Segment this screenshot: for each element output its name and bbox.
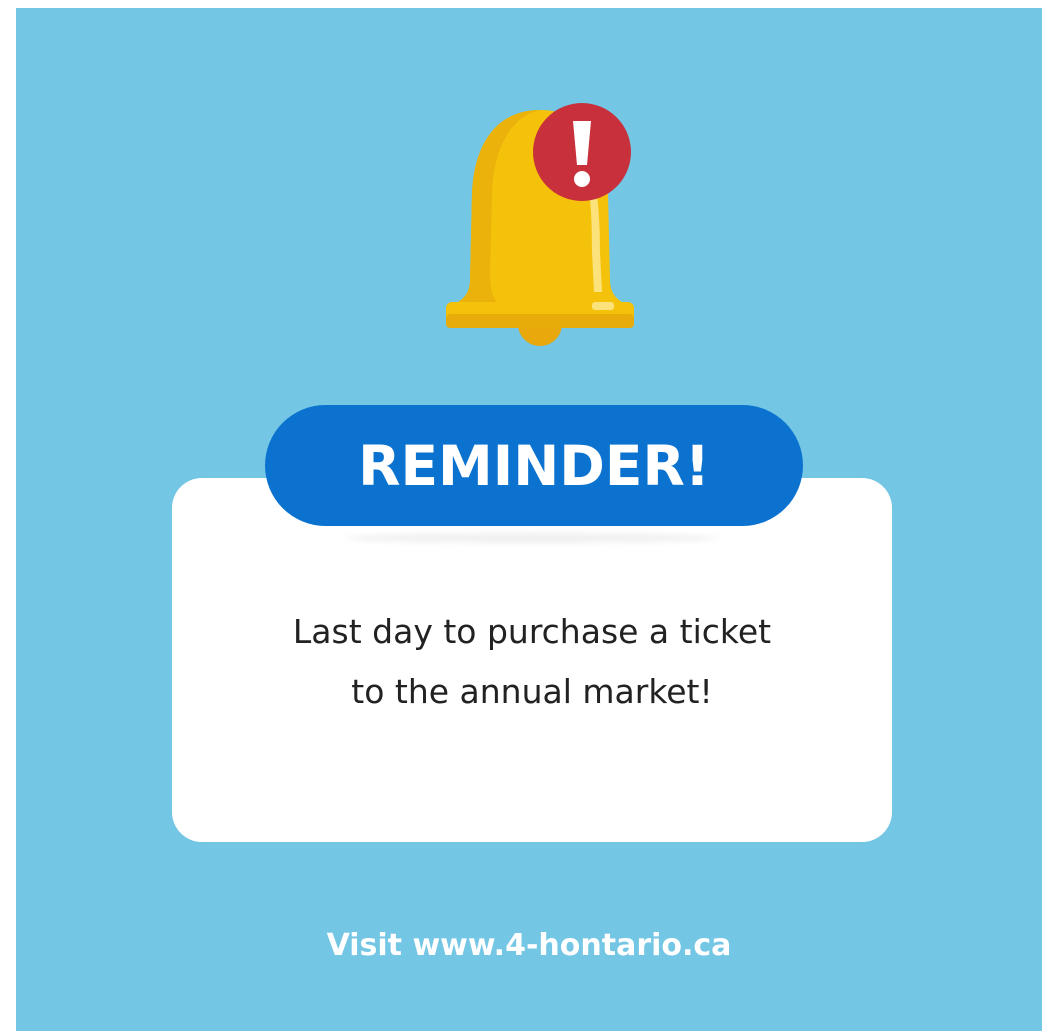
- reminder-title: REMINDER!: [358, 433, 710, 498]
- website-link[interactable]: Visit www.4-hontario.ca: [16, 928, 1042, 963]
- badge-shadow: [346, 533, 718, 543]
- exclamation-alert-icon: [533, 103, 631, 201]
- reminder-message: Last day to purchase a ticket to the ann…: [172, 602, 892, 722]
- reminder-poster: REMINDER! Last day to purchase a ticket …: [16, 8, 1042, 1031]
- reminder-badge: REMINDER!: [265, 405, 803, 526]
- message-line-2: to the annual market!: [351, 672, 713, 711]
- message-line-1: Last day to purchase a ticket: [292, 612, 772, 651]
